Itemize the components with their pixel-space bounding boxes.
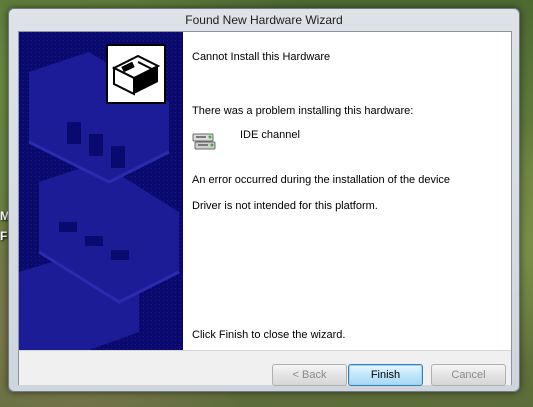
finish-hint: Click Finish to close the wizard. — [192, 329, 346, 341]
button-bar: < Back Finish Cancel — [19, 350, 511, 386]
hardware-wizard-icon — [106, 44, 166, 104]
window-title[interactable]: Found New Hardware Wizard — [9, 9, 519, 31]
back-button[interactable]: < Back — [272, 364, 347, 386]
page-title: Cannot Install this Hardware — [192, 51, 331, 63]
wizard-content: Cannot Install this Hardware There was a… — [192, 32, 502, 350]
error-reason: Driver is not intended for this platform… — [192, 200, 378, 212]
ide-device-icon — [192, 129, 216, 153]
error-text: An error occurred during the installatio… — [192, 174, 451, 186]
problem-text: There was a problem installing this hard… — [192, 105, 414, 117]
wizard-window: Found New Hardware Wizard Cannot Install… — [8, 8, 520, 392]
cancel-button[interactable]: Cancel — [431, 364, 506, 386]
device-name: IDE channel — [240, 129, 300, 141]
wizard-client-area: Cannot Install this Hardware There was a… — [18, 31, 512, 386]
finish-button[interactable]: Finish — [348, 364, 423, 386]
wizard-banner — [19, 32, 183, 350]
